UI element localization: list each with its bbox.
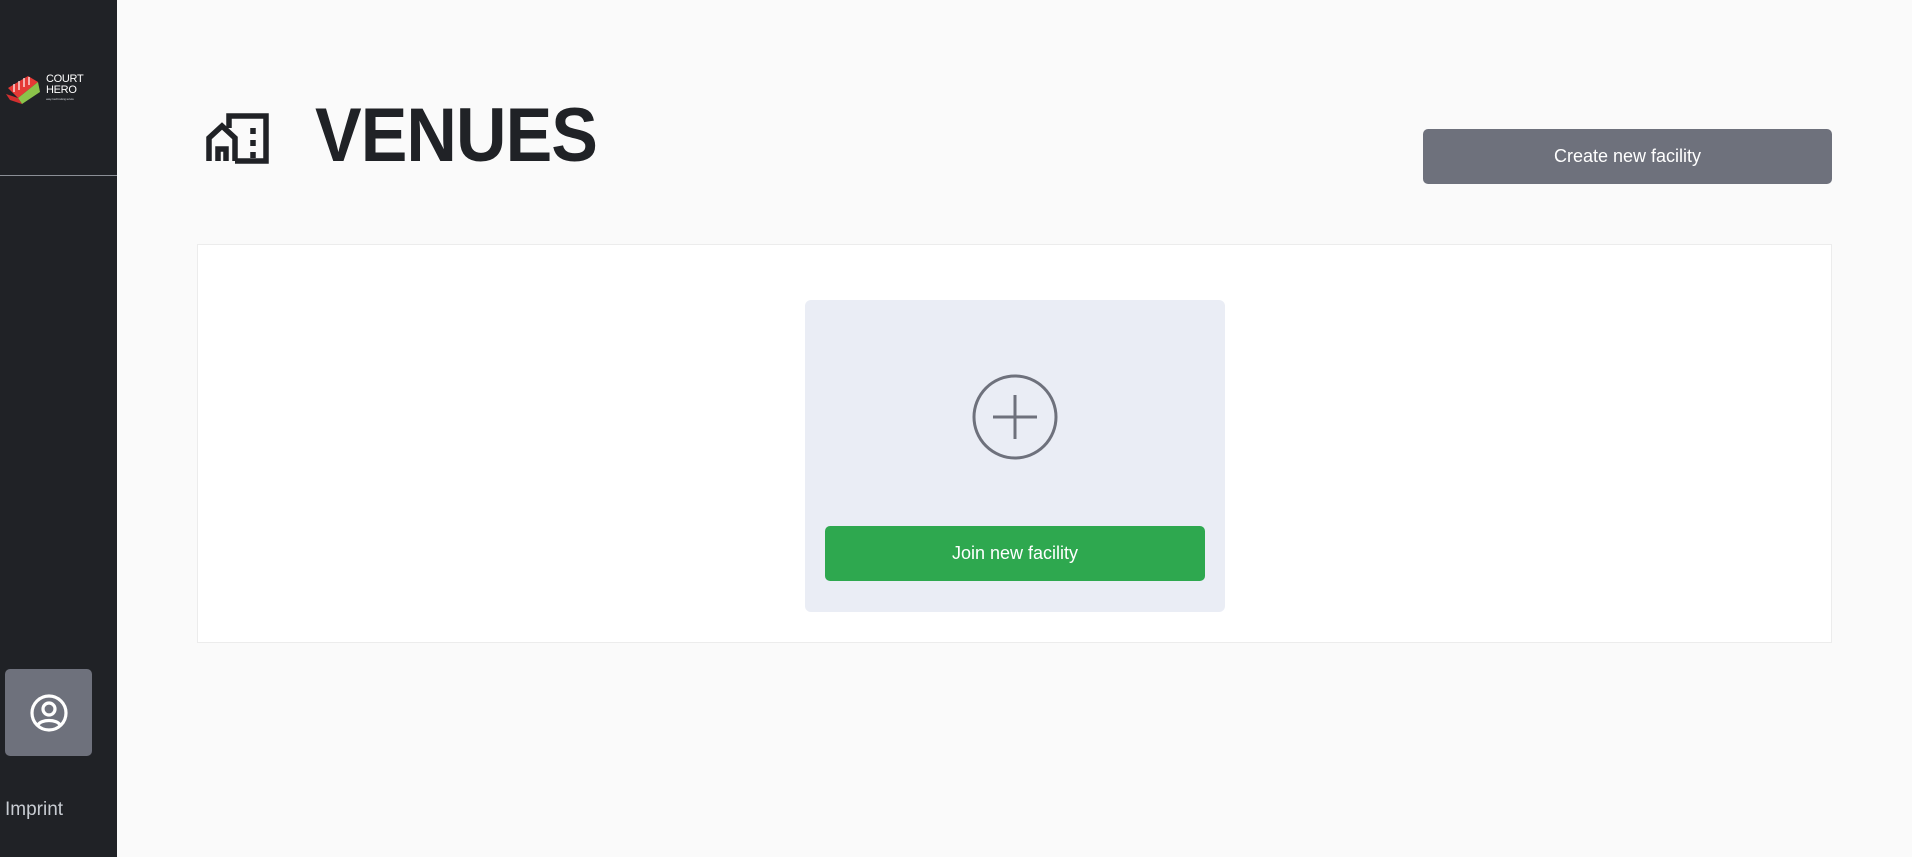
plus-circle-icon[interactable] <box>972 374 1058 460</box>
page-title: VENUES <box>315 93 598 178</box>
court-hero-logo[interactable]: COURT HERO easy court booking service <box>4 68 94 106</box>
sidebar: COURT HERO easy court booking service Im… <box>0 0 117 857</box>
create-facility-button[interactable]: Create new facility <box>1423 129 1832 184</box>
user-circle-icon <box>29 693 68 732</box>
logo-line2: HERO <box>46 83 77 96</box>
logo-text: COURT HERO easy court booking service <box>46 73 84 101</box>
sidebar-divider <box>0 175 117 176</box>
profile-button[interactable] <box>5 669 92 756</box>
court-hero-logo-icon <box>6 76 40 104</box>
join-facility-card: Join new facility <box>805 300 1225 612</box>
building-icon <box>206 113 269 164</box>
logo-tagline: easy court booking service <box>46 96 74 101</box>
join-facility-button[interactable]: Join new facility <box>825 526 1205 581</box>
imprint-link[interactable]: Imprint <box>5 799 63 821</box>
